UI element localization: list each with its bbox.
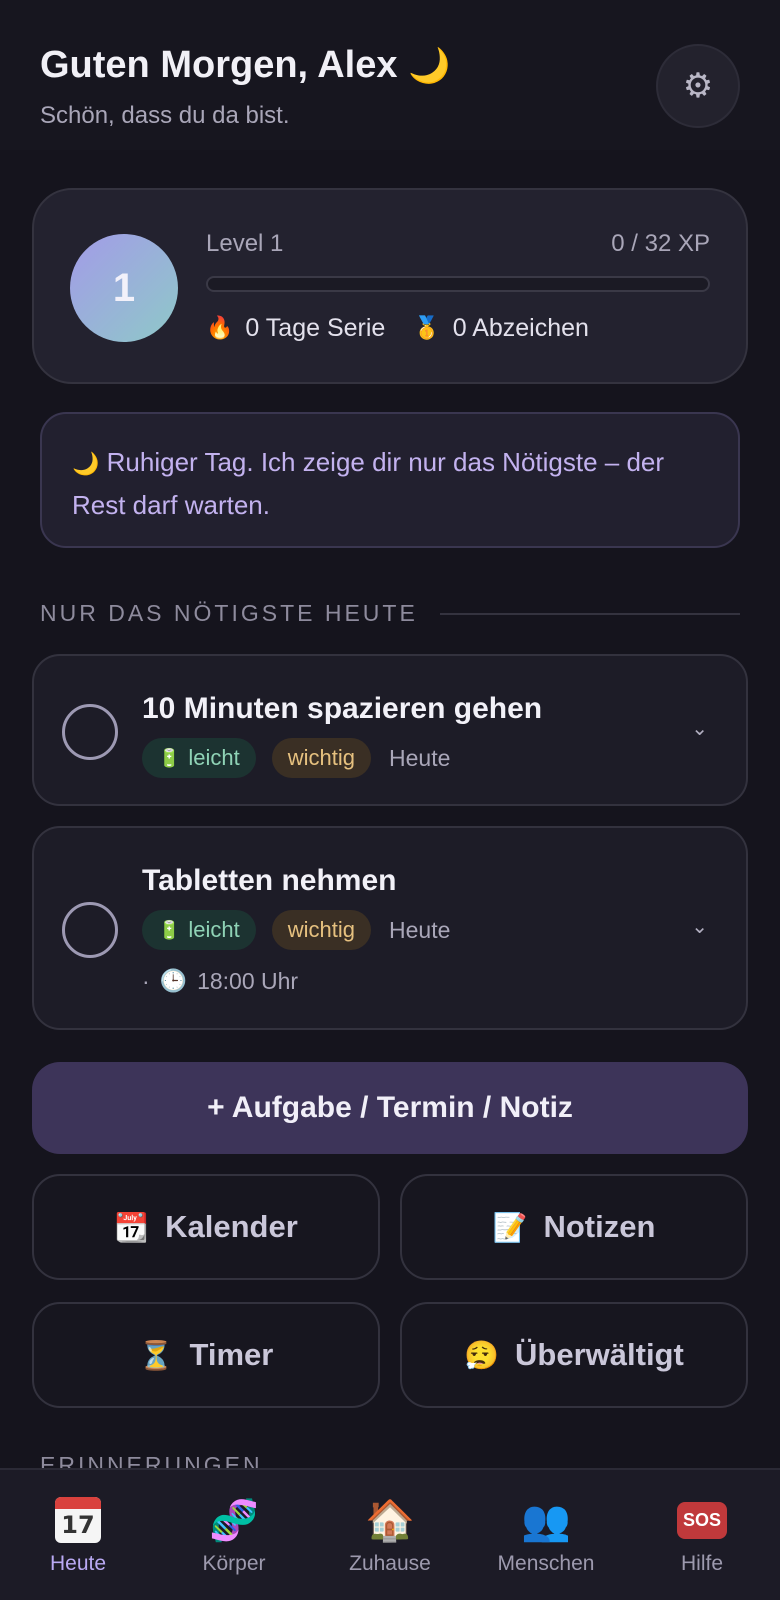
badges-stat: 🥇 0 Abzeichen bbox=[413, 314, 589, 343]
battery-icon: 🔋 bbox=[158, 919, 181, 941]
xp-progress-bar bbox=[206, 276, 710, 292]
notes-button[interactable]: 📝 Notizen bbox=[400, 1174, 748, 1280]
tag-easy-label: leicht bbox=[188, 917, 240, 942]
task-checkbox[interactable] bbox=[62, 902, 118, 958]
task-time-text: 18:00 Uhr bbox=[197, 968, 299, 994]
calendar-icon: 📆 bbox=[114, 1210, 150, 1244]
moon-icon: 🌙 bbox=[72, 452, 100, 477]
notes-label: Notizen bbox=[543, 1209, 656, 1244]
task-tags: 🔋 leicht wichtig Heute bbox=[142, 910, 450, 950]
bottom-nav: 17 Heute 🧬 Körper 🏠 Zuhause 👥 Menschen S… bbox=[0, 1468, 780, 1600]
chevron-down-icon[interactable]: ⌄ bbox=[691, 914, 708, 938]
nav-item-today[interactable]: 17 Heute bbox=[0, 1470, 156, 1600]
sos-icon: SOS bbox=[676, 1496, 727, 1544]
time-bullet: · bbox=[142, 968, 150, 994]
nav-item-body[interactable]: 🧬 Körper bbox=[156, 1470, 312, 1600]
battery-icon: 🔋 bbox=[158, 747, 181, 769]
section-header: NUR DAS NÖTIGSTE HEUTE bbox=[40, 600, 740, 627]
nav-label: Hilfe bbox=[680, 1552, 723, 1575]
calendar-label: Kalender bbox=[165, 1209, 298, 1244]
nav-label: Zuhause bbox=[349, 1552, 431, 1575]
header: Guten Morgen, Alex 🌙 Schön, dass du da b… bbox=[0, 0, 780, 150]
streak-text: 0 Tage Serie bbox=[245, 314, 386, 342]
level-avatar: 1 bbox=[70, 234, 178, 342]
chevron-down-icon[interactable]: ⌄ bbox=[691, 716, 708, 740]
level-stats: 🔥 0 Tage Serie 🥇 0 Abzeichen bbox=[206, 314, 589, 343]
memo-icon: 📝 bbox=[492, 1210, 528, 1244]
nav-item-people[interactable]: 👥 Menschen bbox=[468, 1470, 624, 1600]
streak-stat: 🔥 0 Tage Serie bbox=[206, 314, 385, 343]
level-card: 1 Level 1 0 / 32 XP 🔥 0 Tage Serie 🥇 0 A… bbox=[32, 188, 748, 384]
people-icon: 👥 bbox=[521, 1497, 571, 1544]
medal-icon: 🥇 bbox=[413, 316, 441, 341]
task-due: Heute bbox=[389, 744, 451, 771]
calm-day-message: 🌙 Ruhiger Tag. Ich zeige dir nur das Nöt… bbox=[40, 412, 740, 548]
task-card[interactable]: Tabletten nehmen 🔋 leicht wichtig Heute … bbox=[32, 826, 748, 1030]
nav-label: Menschen bbox=[497, 1552, 595, 1575]
calendar-icon: 17 bbox=[55, 1496, 101, 1544]
task-time: · 🕒 18:00 Uhr bbox=[142, 968, 298, 995]
tag-easy: 🔋 leicht bbox=[142, 738, 256, 778]
section-divider bbox=[439, 612, 740, 615]
house-icon: 🏠 bbox=[365, 1497, 415, 1544]
fire-icon: 🔥 bbox=[206, 316, 234, 341]
nav-item-help[interactable]: SOS Hilfe bbox=[624, 1470, 780, 1600]
add-task-button[interactable]: + Aufgabe / Termin / Notiz bbox=[32, 1062, 748, 1154]
calendar-button[interactable]: 📆 Kalender bbox=[32, 1174, 380, 1280]
task-checkbox[interactable] bbox=[62, 704, 118, 760]
tag-easy-label: leicht bbox=[188, 745, 240, 770]
calendar-day-number: 17 bbox=[61, 1511, 95, 1539]
tag-easy: 🔋 leicht bbox=[142, 910, 256, 950]
badges-text: 0 Abzeichen bbox=[452, 314, 589, 342]
nav-label: Heute bbox=[49, 1552, 107, 1575]
xp-label: 0 / 32 XP bbox=[611, 230, 710, 257]
task-due: Heute bbox=[389, 916, 451, 943]
dna-icon: 🧬 bbox=[209, 1497, 259, 1544]
moon-icon: 🌙 bbox=[408, 46, 451, 86]
gear-icon: ⚙ bbox=[682, 66, 714, 106]
greeting-text: Guten Morgen, Alex bbox=[40, 44, 398, 86]
level-label: Level 1 bbox=[206, 230, 284, 257]
task-tags: 🔋 leicht wichtig Heute bbox=[142, 738, 450, 778]
exhale-face-icon: 😮‍💨 bbox=[464, 1338, 500, 1372]
timer-label: Timer bbox=[189, 1337, 274, 1372]
nav-item-home[interactable]: 🏠 Zuhause bbox=[312, 1470, 468, 1600]
tag-important: wichtig bbox=[271, 738, 372, 778]
calm-day-text: Ruhiger Tag. Ich zeige dir nur das Nötig… bbox=[72, 447, 665, 520]
task-card[interactable]: 10 Minuten spazieren gehen 🔋 leicht wich… bbox=[32, 654, 748, 806]
overwhelmed-label: Überwältigt bbox=[515, 1337, 684, 1372]
overwhelmed-button[interactable]: 😮‍💨 Überwältigt bbox=[400, 1302, 748, 1408]
task-title: Tabletten nehmen bbox=[142, 864, 397, 897]
task-title: 10 Minuten spazieren gehen bbox=[142, 692, 543, 725]
timer-button[interactable]: ⏳ Timer bbox=[32, 1302, 380, 1408]
greeting-subtitle: Schön, dass du da bist. bbox=[40, 102, 290, 129]
nav-label: Körper bbox=[202, 1552, 266, 1575]
greeting-title: Guten Morgen, Alex 🌙 bbox=[40, 44, 450, 87]
settings-button[interactable]: ⚙ bbox=[656, 44, 740, 128]
section-title: NUR DAS NÖTIGSTE HEUTE bbox=[40, 600, 418, 626]
tag-important: wichtig bbox=[271, 910, 372, 950]
sos-text: SOS bbox=[676, 1501, 727, 1539]
clock-icon: 🕒 bbox=[159, 969, 188, 994]
hourglass-icon: ⏳ bbox=[138, 1338, 174, 1372]
